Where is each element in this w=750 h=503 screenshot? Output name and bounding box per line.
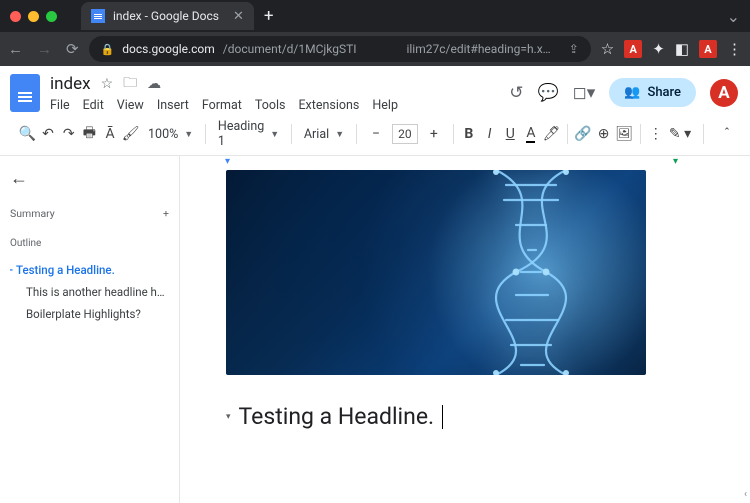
os-titlebar: index - Google Docs ✕ + ⌄	[0, 0, 750, 32]
hero-image[interactable]	[226, 170, 646, 375]
minimize-window[interactable]	[28, 11, 39, 22]
tab-close-icon[interactable]: ✕	[233, 9, 244, 24]
font-size-control: − 20 +	[363, 121, 447, 147]
browser-menu-icon[interactable]: ⋮	[727, 40, 742, 58]
font-size-increase[interactable]: +	[421, 121, 447, 147]
tab-overflow-icon[interactable]: ⌄	[727, 7, 740, 26]
collapse-heading-icon[interactable]: ▾	[226, 412, 231, 422]
insert-image-icon[interactable]: 🖼	[615, 121, 634, 147]
tab-title: index - Google Docs	[113, 9, 219, 23]
menu-extensions[interactable]: Extensions	[298, 98, 359, 113]
doc-title[interactable]: index	[50, 74, 91, 94]
undo-icon[interactable]: ↶	[39, 121, 58, 147]
zoom-select[interactable]: 100%▼	[142, 127, 199, 142]
nav-reload-icon[interactable]: ⟳	[66, 40, 79, 58]
url-host: docs.google.com	[122, 42, 215, 56]
browser-tab-active[interactable]: index - Google Docs ✕	[81, 2, 254, 30]
browser-tabstrip: index - Google Docs ✕ +	[81, 2, 274, 30]
font-select[interactable]: Arial▼	[298, 127, 350, 142]
menu-edit[interactable]: Edit	[83, 98, 104, 113]
meet-icon[interactable]: ◻▾	[573, 83, 596, 103]
italic-button[interactable]: I	[480, 121, 499, 147]
explore-icon[interactable]: ‹	[744, 489, 747, 500]
menu-file[interactable]: File	[50, 98, 70, 113]
menu-insert[interactable]: Insert	[157, 98, 189, 113]
account-avatar[interactable]: A	[710, 79, 738, 107]
zoom-value: 100%	[148, 127, 178, 142]
window-controls	[10, 11, 57, 22]
paragraph-style-select[interactable]: Heading 1▼	[212, 119, 285, 149]
insert-link-icon[interactable]: 🔗	[574, 121, 593, 147]
address-bar[interactable]: 🔒 docs.google.com/document/d/1MCjkgSTI i…	[89, 36, 591, 62]
menu-view[interactable]: View	[117, 98, 144, 113]
highlight-button[interactable]: 🖊	[542, 121, 561, 147]
extensions-puzzle-icon[interactable]: ✦	[652, 40, 665, 58]
url-suffix: ilim27c/edit#heading=h.x…	[406, 42, 550, 56]
collapse-toolbar-icon[interactable]: ˆ	[714, 121, 740, 147]
menu-help[interactable]: Help	[372, 98, 398, 113]
sidebar-back-icon[interactable]: ←	[10, 168, 169, 189]
ruler-indent-left-icon[interactable]: ▾	[225, 156, 230, 167]
outline-item-1[interactable]: This is another headline here f…	[10, 281, 169, 303]
document-canvas[interactable]: ▾ Testing a Headline.	[180, 156, 750, 503]
share-label: Share	[647, 85, 681, 100]
comments-icon[interactable]: 💬	[537, 83, 558, 103]
outline-item-0[interactable]: Testing a Headline.	[10, 259, 169, 281]
outline-sidebar: ← Summary + Outline Testing a Headline. …	[0, 156, 180, 503]
menu-row: File Edit View Insert Format Tools Exten…	[50, 98, 398, 113]
menu-format[interactable]: Format	[202, 98, 242, 113]
outline-item-2[interactable]: Boilerplate Highlights?	[10, 303, 169, 325]
print-icon[interactable]: 🖶	[80, 121, 99, 147]
docs-toolbar: 🔍 ↶ ↷ 🖶 Ā 🖌 100%▼ Heading 1▼ Arial▼ − 20…	[0, 115, 750, 156]
extension-a2-icon[interactable]: A	[699, 40, 717, 58]
editing-mode-icon[interactable]: ✎ ▾	[667, 121, 693, 147]
more-tools-icon[interactable]: ⋮	[646, 121, 665, 147]
history-icon[interactable]: ↺	[509, 83, 523, 103]
add-summary-icon[interactable]: +	[163, 207, 169, 220]
move-folder-icon[interactable]: 🗀	[123, 72, 137, 96]
font-size-input[interactable]: 20	[392, 124, 418, 144]
share-person-icon: 👥	[624, 85, 640, 100]
share-url-icon[interactable]: ⇪	[569, 42, 579, 56]
new-tab-button[interactable]: +	[264, 6, 274, 26]
extension-a1-icon[interactable]: A	[624, 40, 642, 58]
paint-format-icon[interactable]: 🖌	[121, 121, 140, 147]
url-path: /document/d/1MCjkgSTI	[223, 42, 357, 56]
font-value: Arial	[304, 127, 329, 142]
nav-back-icon[interactable]: ←	[8, 40, 23, 58]
text-cursor	[442, 405, 443, 429]
star-icon[interactable]: ☆	[101, 76, 114, 92]
menu-tools[interactable]: Tools	[255, 98, 286, 113]
docs-favicon-icon	[91, 9, 105, 23]
docs-app: index ☆ 🗀 ☁ File Edit View Insert Format…	[0, 66, 750, 503]
profile-square-icon[interactable]: ◧	[675, 40, 689, 58]
workspace: ▾ ▾ ← Summary + Outline Testing a Headli…	[0, 156, 750, 503]
heading-text[interactable]: Testing a Headline.	[239, 403, 435, 430]
close-window[interactable]	[10, 11, 21, 22]
insert-comment-icon[interactable]: ⊕	[594, 121, 613, 147]
redo-icon[interactable]: ↷	[59, 121, 78, 147]
underline-button[interactable]: U	[501, 121, 520, 147]
spellcheck-icon[interactable]: Ā	[101, 121, 120, 147]
cloud-status-icon[interactable]: ☁	[147, 76, 161, 92]
docs-logo-icon[interactable]	[10, 74, 40, 112]
search-icon[interactable]: 🔍	[18, 121, 37, 147]
heading-block: ▾ Testing a Headline.	[226, 403, 710, 430]
maximize-window[interactable]	[46, 11, 57, 22]
bookmark-star-icon[interactable]: ☆	[601, 40, 614, 58]
summary-label: Summary	[10, 207, 55, 220]
style-value: Heading 1	[218, 119, 264, 149]
dna-helix-icon	[466, 170, 596, 375]
browser-toolbar: ← → ⟳ 🔒 docs.google.com/document/d/1MCjk…	[0, 32, 750, 66]
ruler-indent-right-icon[interactable]: ▾	[673, 156, 678, 167]
docs-menubar: index ☆ 🗀 ☁ File Edit View Insert Format…	[0, 66, 750, 115]
font-size-decrease[interactable]: −	[363, 121, 389, 147]
text-color-button[interactable]: A	[522, 121, 541, 147]
share-button[interactable]: 👥 Share	[609, 78, 696, 107]
nav-forward-icon: →	[37, 40, 52, 58]
bold-button[interactable]: B	[460, 121, 479, 147]
outline-label: Outline	[10, 238, 169, 249]
lock-icon: 🔒	[101, 43, 115, 56]
